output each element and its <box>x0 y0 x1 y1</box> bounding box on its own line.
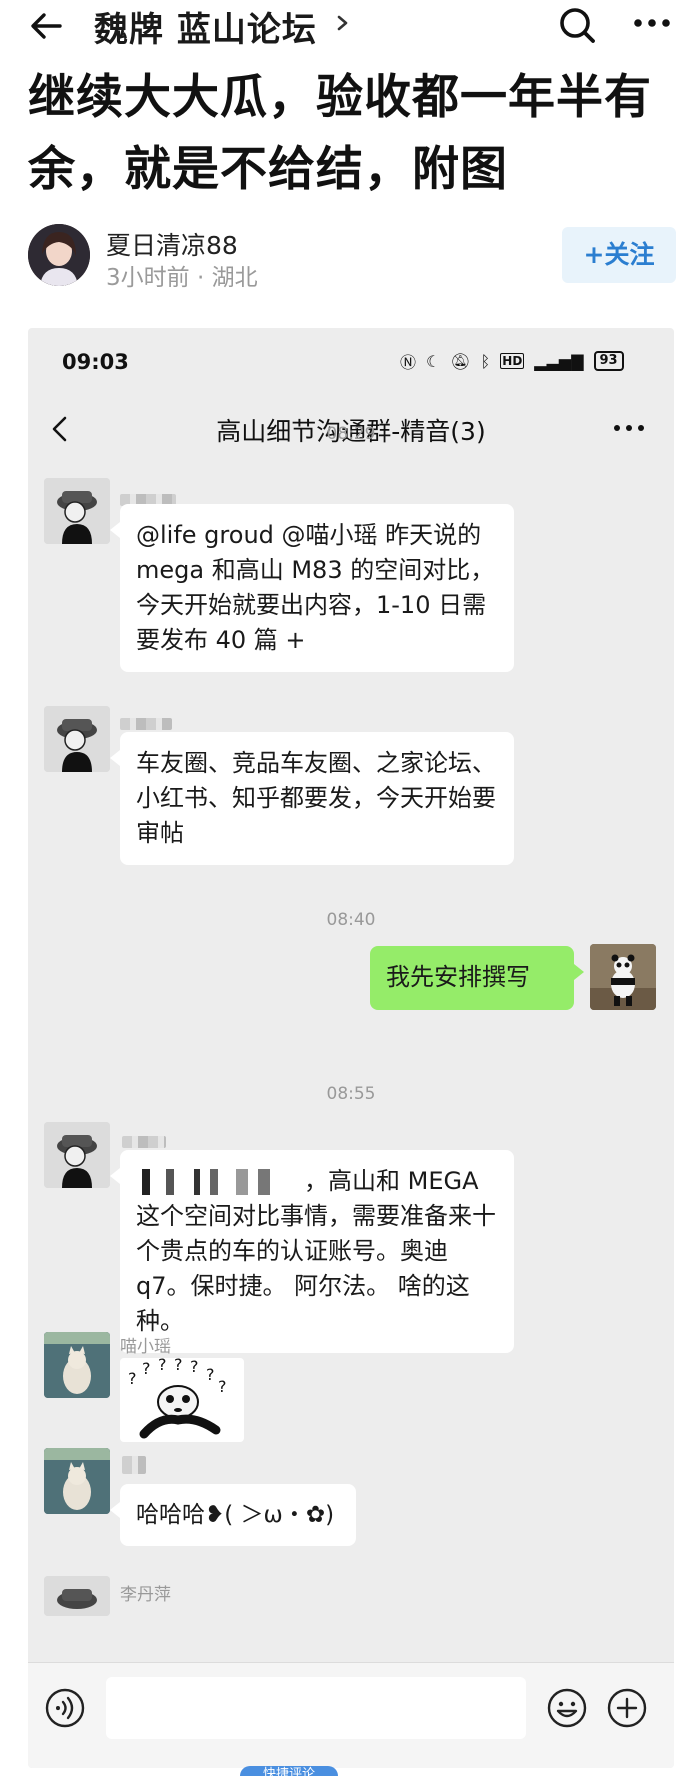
top-bar: 魏牌 蓝山论坛 <box>0 0 700 52</box>
battery-icon: 93 <box>593 351 624 371</box>
svg-text:?: ? <box>158 1358 167 1374</box>
quick-comment-tab[interactable]: 快捷评论 <box>240 1766 338 1776</box>
redacted-mentions <box>136 1169 304 1195</box>
chat-input-bar <box>28 1662 674 1768</box>
hd-icon: HD <box>500 353 525 369</box>
nfc-icon: Ⓝ <box>400 353 417 372</box>
back-arrow-icon[interactable] <box>26 6 66 46</box>
status-icons: Ⓝ ☾ 🔕︎ ᛒ HD ▂▃▅▇ 93 <box>400 350 624 372</box>
status-time: 09:03 <box>62 350 129 374</box>
sender-name: 李丹萍 <box>120 1585 171 1605</box>
search-icon[interactable] <box>556 4 598 46</box>
message-input[interactable] <box>106 1677 526 1739</box>
chevron-right-icon[interactable] <box>336 14 350 32</box>
svg-text:?: ? <box>128 1369 137 1388</box>
attached-image[interactable]: 09:03 Ⓝ ☾ 🔕︎ ᛒ HD ▂▃▅▇ 93 高山细节沟通群-精音(3) … <box>28 328 674 1768</box>
svg-text:?: ? <box>174 1358 183 1374</box>
avatar[interactable] <box>44 706 110 772</box>
avatar[interactable] <box>44 1122 110 1188</box>
avatar[interactable] <box>44 1332 110 1398</box>
emoji-icon[interactable] <box>546 1687 588 1729</box>
time-separator: 08:55 <box>326 1084 376 1104</box>
post-meta: 3小时前 · 湖北 <box>106 265 258 291</box>
sender-name-redacted <box>120 718 172 730</box>
sender-name-redacted <box>122 1456 146 1474</box>
svg-text:?: ? <box>142 1359 151 1378</box>
message-bubble[interactable]: 车友圈、竞品车友圈、之家论坛、小红书、知乎都要发，今天开始要审帖 <box>110 732 514 865</box>
avatar[interactable] <box>44 1576 110 1616</box>
plus-icon[interactable] <box>606 1687 648 1729</box>
message-bubble[interactable]: 哈哈哈❥( ＞ω・✿) <box>110 1484 356 1546</box>
bluetooth-icon: ᛒ <box>480 351 491 371</box>
svg-text:?: ? <box>190 1358 199 1376</box>
message-bubble[interactable]: @life groud @喵小瑶 昨天说的 mega 和高山 M83 的空间对比… <box>110 504 514 672</box>
sender-name: 喵小瑶 <box>120 1337 171 1357</box>
avatar[interactable] <box>590 944 656 1010</box>
message-bubble-own[interactable]: 我先安排撰写 <box>370 946 584 1010</box>
signal-icon: ▂▃▅▇ <box>534 351 584 371</box>
message-bubble[interactable]: ，高山和 MEGA 这个空间对比事情，需要准备来十个贵点的车的认证账号。奥迪 q… <box>110 1150 514 1353</box>
avatar[interactable] <box>28 224 90 286</box>
avatar[interactable] <box>44 1448 110 1514</box>
author-name[interactable]: 夏日清凉88 <box>106 226 238 262</box>
svg-text:?: ? <box>206 1365 215 1384</box>
author-row: 夏日清凉88 3小时前 · 湖北 +关注 <box>28 224 678 291</box>
time-separator: 08:40 <box>326 910 376 930</box>
sticker-image[interactable]: ? ? ? ? ? ? ? <box>120 1355 244 1442</box>
voice-icon[interactable] <box>44 1687 86 1729</box>
avatar[interactable] <box>44 478 110 544</box>
moon-icon: ☾ <box>426 351 441 371</box>
post-page: 魏牌 蓝山论坛 继续大大瓜，验收都一年半有余，就是不给结，附图 夏日清凉88 3… <box>0 0 700 1776</box>
more-icon[interactable] <box>630 8 674 38</box>
follow-button[interactable]: +关注 <box>562 227 676 283</box>
svg-text:?: ? <box>218 1377 227 1396</box>
forum-name[interactable]: 魏牌 蓝山论坛 <box>94 2 317 51</box>
sender-name-redacted <box>122 1136 166 1148</box>
post-title: 继续大大瓜，验收都一年半有余，就是不给结，附图 <box>28 70 652 197</box>
time-separator: 08:29 <box>326 424 376 444</box>
mute-bell-icon: 🔕︎ <box>450 351 471 371</box>
